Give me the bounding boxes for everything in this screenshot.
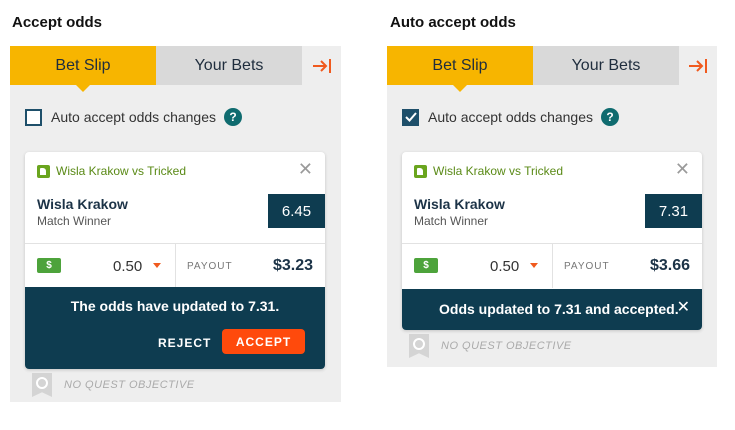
bet-card: Wisla Krakow vs Tricked ✕ Wisla Krakow M… [25, 152, 325, 369]
match-row: Wisla Krakow vs Tricked [414, 164, 563, 178]
help-icon[interactable]: ? [601, 108, 620, 126]
quest-text: NO QUEST OBJECTIVE [64, 379, 195, 391]
close-icon[interactable]: ✕ [677, 300, 690, 316]
notice-text: Odds updated to 7.31 and accepted. [439, 301, 679, 317]
soccer-match-icon [37, 164, 50, 178]
stake-input[interactable]: 0.50 [113, 258, 142, 275]
quest-row: NO QUEST OBJECTIVE [32, 373, 195, 397]
auto-accept-row: Auto accept odds changes ? [25, 108, 243, 126]
payout-label: PAYOUT [187, 261, 233, 272]
auto-accept-label: Auto accept odds changes [428, 109, 594, 125]
collapse-button[interactable] [302, 46, 341, 85]
auto-accept-checkbox[interactable] [25, 108, 42, 126]
payout-label: PAYOUT [564, 261, 610, 272]
match-row: Wisla Krakow vs Tricked [37, 164, 186, 178]
payout-value: $3.23 [272, 257, 313, 274]
market-name: Match Winner [414, 214, 489, 228]
tab-bet-slip[interactable]: Bet Slip [387, 46, 533, 92]
odds-value: 7.31 [645, 194, 702, 228]
checkmark-icon [404, 112, 417, 122]
auto-accept-checkbox[interactable] [402, 108, 419, 126]
bet-card: Wisla Krakow vs Tricked ✕ Wisla Krakow M… [402, 152, 702, 330]
collapse-right-icon [689, 58, 707, 73]
reject-button[interactable]: REJECT [158, 336, 211, 350]
odds-change-notice: The odds have updated to 7.31. REJECT AC… [25, 287, 325, 369]
accept-button[interactable]: ACCEPT [222, 329, 305, 354]
soccer-match-icon [414, 164, 427, 178]
betslip-tabs: Bet Slip Your Bets [10, 46, 341, 92]
chevron-down-icon[interactable] [153, 263, 161, 268]
payout-value: $3.66 [649, 257, 690, 274]
betslip-tabs: Bet Slip Your Bets [387, 46, 717, 92]
tab-your-bets[interactable]: Your Bets [533, 46, 679, 85]
notice-text: The odds have updated to 7.31. [70, 298, 280, 314]
auto-accept-label: Auto accept odds changes [51, 109, 217, 125]
divider [175, 244, 176, 288]
close-icon[interactable]: ✕ [675, 160, 690, 178]
collapse-button[interactable] [679, 46, 717, 85]
odds-value: 6.45 [268, 194, 325, 228]
close-icon[interactable]: ✕ [298, 160, 313, 178]
betslip-panel-auto: Bet Slip Your Bets Auto accept odds chan… [387, 46, 717, 367]
divider [552, 244, 553, 288]
stake-input[interactable]: 0.50 [490, 258, 519, 275]
stake-row: $ 0.50 PAYOUT $3.66 [402, 243, 702, 288]
heading-accept-odds: Accept odds [12, 14, 103, 31]
selection-name: Wisla Krakow [37, 196, 128, 212]
match-name: Wisla Krakow vs Tricked [433, 164, 564, 178]
collapse-right-icon [312, 58, 331, 73]
betslip-panel-manual: Bet Slip Your Bets Auto accept odds chan… [10, 46, 341, 402]
stake-row: $ 0.50 PAYOUT $3.23 [25, 243, 325, 288]
help-icon[interactable]: ? [224, 108, 243, 126]
money-icon: $ [37, 258, 61, 273]
chevron-down-icon[interactable] [530, 263, 538, 268]
tab-your-bets[interactable]: Your Bets [156, 46, 302, 85]
selection-name: Wisla Krakow [414, 196, 505, 212]
auto-accept-row: Auto accept odds changes ? [402, 108, 620, 126]
market-name: Match Winner [37, 214, 112, 228]
odds-accepted-notice: Odds updated to 7.31 and accepted. ✕ [402, 289, 702, 330]
heading-auto-accept-odds: Auto accept odds [390, 14, 516, 31]
money-icon: $ [414, 258, 438, 273]
quest-badge-icon [32, 373, 52, 397]
quest-text: NO QUEST OBJECTIVE [441, 340, 572, 352]
quest-row: NO QUEST OBJECTIVE [409, 334, 572, 358]
tab-bet-slip[interactable]: Bet Slip [10, 46, 156, 92]
quest-badge-icon [409, 334, 429, 358]
match-name: Wisla Krakow vs Tricked [56, 164, 187, 178]
